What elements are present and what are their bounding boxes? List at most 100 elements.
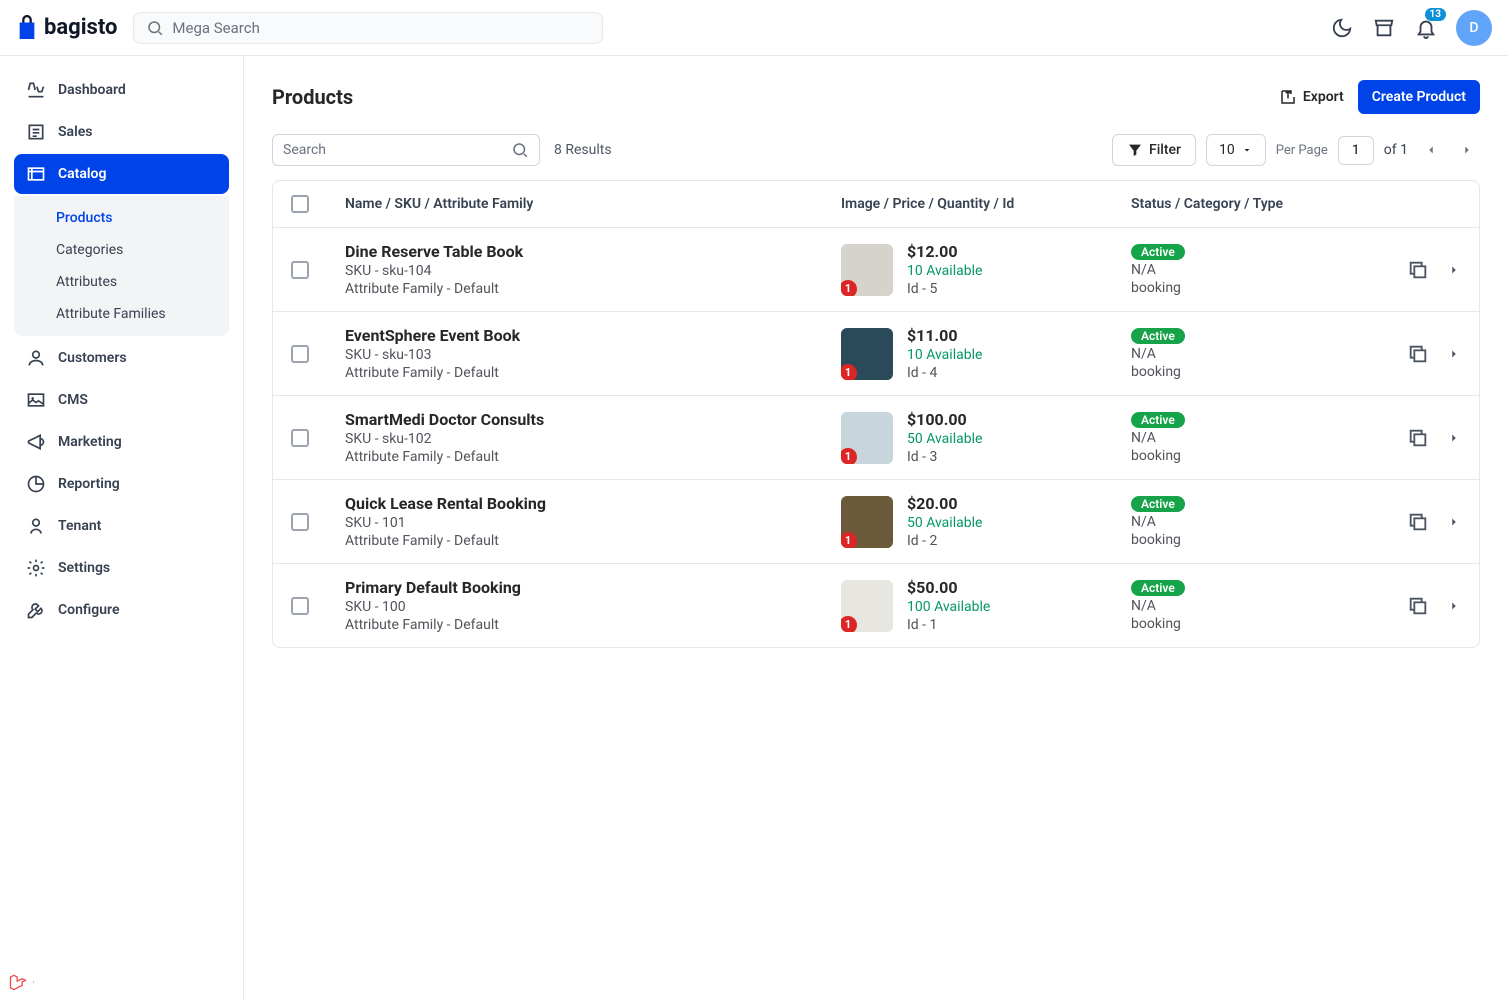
row-checkbox[interactable] — [291, 345, 309, 363]
product-available: 10 Available — [907, 347, 982, 363]
nav-configure[interactable]: Configure — [14, 590, 229, 630]
product-status-col: ActiveN/Abooking — [1131, 580, 1351, 632]
thumb-count-badge: 1 — [841, 448, 857, 464]
copy-icon[interactable] — [1407, 427, 1429, 449]
copy-icon[interactable] — [1407, 259, 1429, 281]
chevron-right-icon[interactable] — [1447, 263, 1461, 277]
row-checkbox[interactable] — [291, 513, 309, 531]
per-page-select[interactable]: 10 — [1206, 134, 1266, 166]
status-badge: Active — [1131, 496, 1185, 512]
prev-page-button[interactable] — [1418, 137, 1444, 163]
table-header: Name / SKU / Attribute Family Image / Pr… — [273, 181, 1479, 228]
header-name[interactable]: Name / SKU / Attribute Family — [345, 196, 831, 212]
product-type: booking — [1131, 532, 1351, 548]
chevron-right-icon[interactable] — [1447, 515, 1461, 529]
toolbar: 8 Results Filter 10 Per Page of 1 — [272, 134, 1480, 166]
product-thumbnail[interactable]: 1 — [841, 412, 893, 464]
select-all-checkbox[interactable] — [291, 195, 309, 213]
product-family: Attribute Family - Default — [345, 365, 831, 381]
copy-icon[interactable] — [1407, 511, 1429, 533]
product-name: Dine Reserve Table Book — [345, 242, 831, 261]
logo[interactable]: bagisto — [16, 15, 117, 41]
mega-search-input[interactable] — [172, 19, 590, 37]
row-checkbox[interactable] — [291, 261, 309, 279]
product-price: $11.00 — [907, 326, 982, 345]
table-search-input[interactable] — [283, 142, 511, 158]
nav-tenant[interactable]: Tenant — [14, 506, 229, 546]
product-info: SmartMedi Doctor ConsultsSKU - sku-102At… — [345, 410, 831, 465]
chevron-right-icon[interactable] — [1447, 599, 1461, 613]
of-pages-label: of 1 — [1384, 142, 1408, 158]
row-checkbox[interactable] — [291, 597, 309, 615]
thumb-count-badge: 1 — [841, 280, 857, 296]
product-image-price: 1$100.0050 AvailableId - 3 — [841, 410, 1121, 465]
nav-reporting[interactable]: Reporting — [14, 464, 229, 504]
nav-customers[interactable]: Customers — [14, 338, 229, 378]
nav-label: Tenant — [58, 518, 101, 534]
filter-button[interactable]: Filter — [1112, 134, 1196, 166]
product-info: Primary Default BookingSKU - 100Attribut… — [345, 578, 831, 633]
configure-icon — [26, 600, 46, 620]
main-content: Products Export Create Product 8 Results — [244, 56, 1508, 1000]
product-name: Quick Lease Rental Booking — [345, 494, 831, 513]
product-image-price: 1$12.0010 AvailableId - 5 — [841, 242, 1121, 297]
table-row: EventSphere Event BookSKU - sku-103Attri… — [273, 312, 1479, 396]
catalog-icon — [26, 164, 46, 184]
nav-label: Customers — [58, 350, 127, 366]
product-category: N/A — [1131, 430, 1351, 446]
sub-item-attributes[interactable]: Attributes — [14, 266, 229, 298]
create-product-button[interactable]: Create Product — [1358, 80, 1480, 114]
nav-cms[interactable]: CMS — [14, 380, 229, 420]
product-family: Attribute Family - Default — [345, 281, 831, 297]
sub-item-categories[interactable]: Categories — [14, 234, 229, 266]
sales-icon — [26, 122, 46, 142]
copy-icon[interactable] — [1407, 343, 1429, 365]
export-button[interactable]: Export — [1279, 88, 1344, 106]
table-search[interactable] — [272, 134, 540, 166]
table-row: Quick Lease Rental BookingSKU - 101Attri… — [273, 480, 1479, 564]
product-thumbnail[interactable]: 1 — [841, 244, 893, 296]
user-avatar[interactable]: D — [1456, 10, 1492, 46]
store-icon — [1373, 17, 1395, 39]
product-info: Quick Lease Rental BookingSKU - 101Attri… — [345, 494, 831, 549]
sub-item-attribute-families[interactable]: Attribute Families — [14, 298, 229, 330]
mega-search[interactable] — [133, 12, 603, 44]
chevron-right-icon[interactable] — [1447, 347, 1461, 361]
row-checkbox[interactable] — [291, 429, 309, 447]
page-header: Products Export Create Product — [272, 80, 1480, 114]
theme-toggle[interactable] — [1330, 16, 1354, 40]
page-input[interactable] — [1338, 136, 1374, 165]
product-name: Primary Default Booking — [345, 578, 831, 597]
header-image[interactable]: Image / Price / Quantity / Id — [841, 196, 1121, 212]
notifications[interactable]: 13 — [1414, 16, 1438, 40]
product-type: booking — [1131, 280, 1351, 296]
product-image-price: 1$20.0050 AvailableId - 2 — [841, 494, 1121, 549]
product-thumbnail[interactable]: 1 — [841, 328, 893, 380]
product-sku: SKU - 100 — [345, 599, 831, 615]
status-badge: Active — [1131, 328, 1185, 344]
chevron-right-icon[interactable] — [1447, 431, 1461, 445]
product-category: N/A — [1131, 514, 1351, 530]
nav-sales[interactable]: Sales — [14, 112, 229, 152]
product-thumbnail[interactable]: 1 — [841, 496, 893, 548]
next-page-button[interactable] — [1454, 137, 1480, 163]
avatar-letter: D — [1469, 20, 1478, 36]
header-status[interactable]: Status / Category / Type — [1131, 196, 1351, 212]
store-link[interactable] — [1372, 16, 1396, 40]
product-name: EventSphere Event Book — [345, 326, 831, 345]
product-price: $100.00 — [907, 410, 982, 429]
sub-item-products[interactable]: Products — [14, 202, 229, 234]
nav-marketing[interactable]: Marketing — [14, 422, 229, 462]
nav-label: Settings — [58, 560, 110, 576]
product-category: N/A — [1131, 346, 1351, 362]
product-available: 50 Available — [907, 431, 982, 447]
copy-icon[interactable] — [1407, 595, 1429, 617]
product-image-price: 1$11.0010 AvailableId - 4 — [841, 326, 1121, 381]
nav-dashboard[interactable]: Dashboard — [14, 70, 229, 110]
export-icon — [1279, 88, 1297, 106]
table-row: SmartMedi Doctor ConsultsSKU - sku-102At… — [273, 396, 1479, 480]
nav-catalog[interactable]: Catalog — [14, 154, 229, 194]
product-thumbnail[interactable]: 1 — [841, 580, 893, 632]
page-title: Products — [272, 85, 353, 109]
nav-settings[interactable]: Settings — [14, 548, 229, 588]
